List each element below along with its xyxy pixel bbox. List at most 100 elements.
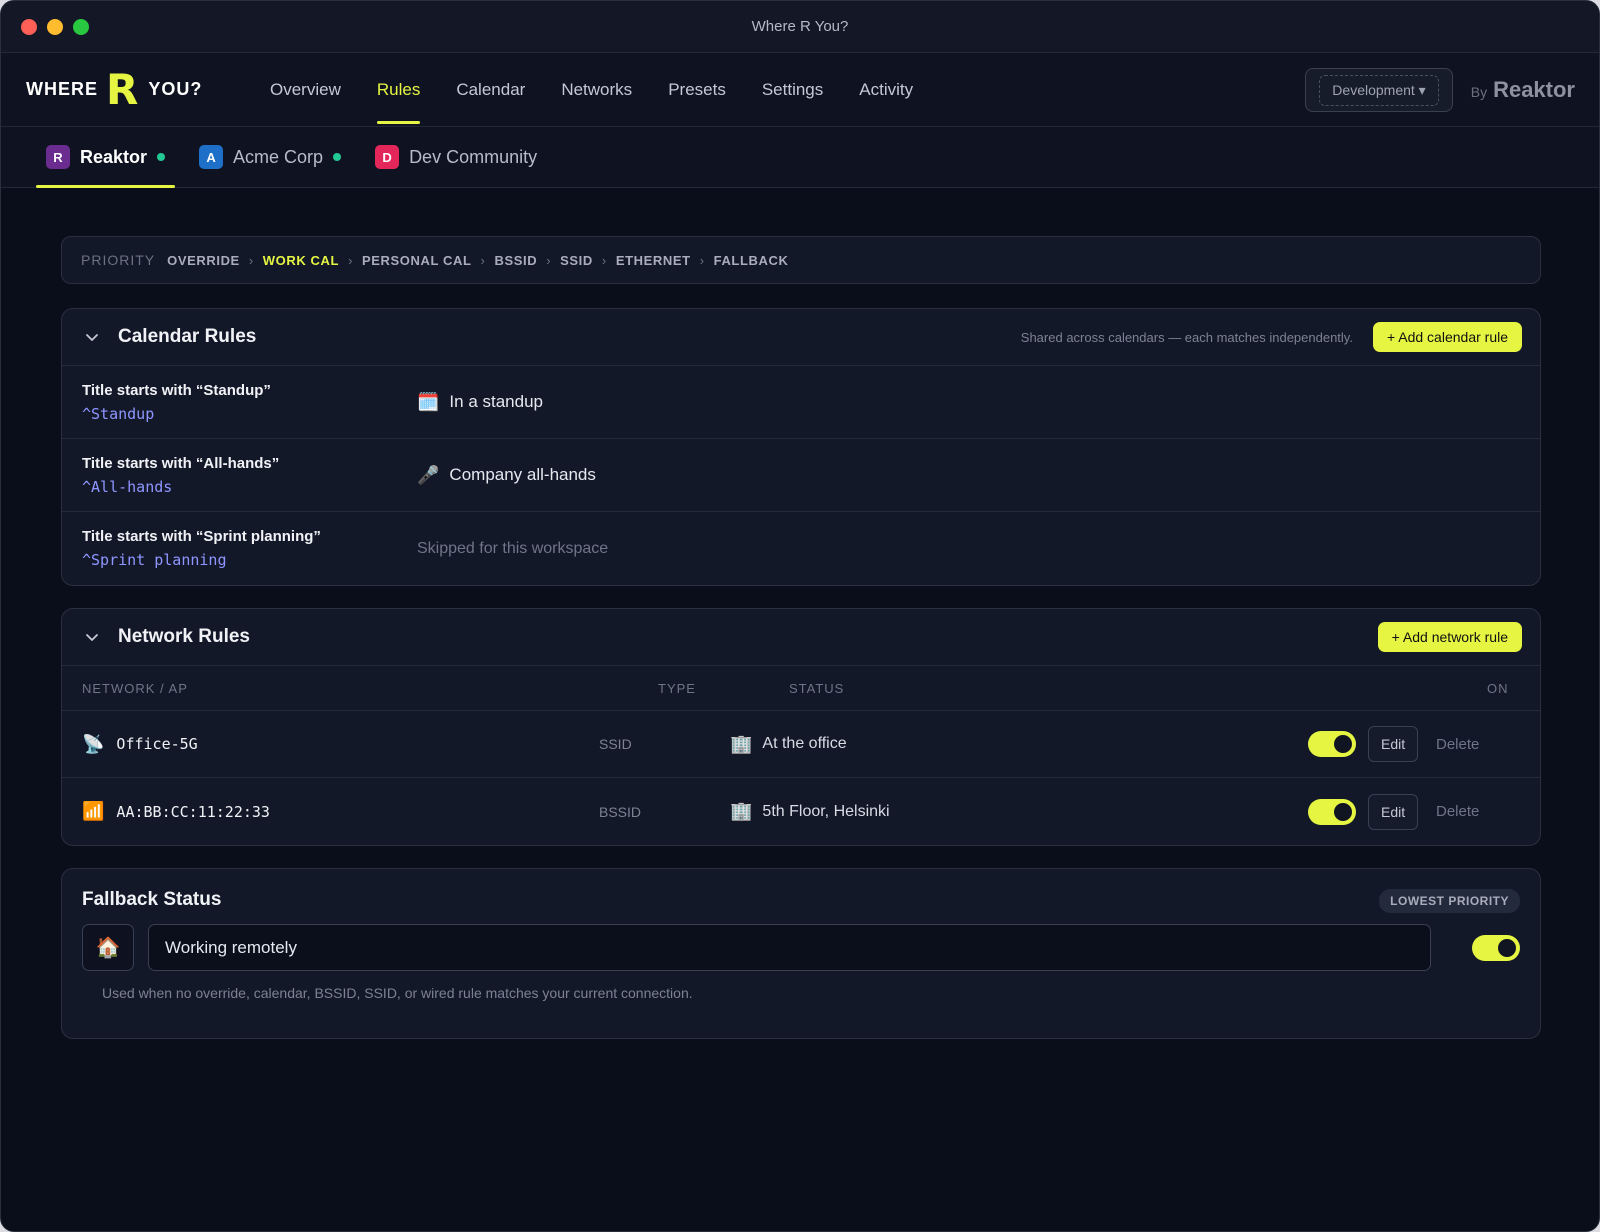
workspace-tab-acme-corp[interactable]: A Acme Corp [189, 127, 351, 187]
chevron-right-icon: › [480, 252, 486, 268]
title-bar: Where R You? [1, 1, 1599, 53]
column-status: STATUS [789, 680, 845, 696]
network-name: AA:BB:CC:11:22:33 [116, 802, 270, 821]
nav-overview[interactable]: Overview [252, 53, 359, 126]
workspace-name: Acme Corp [233, 146, 324, 167]
column-type: TYPE [658, 680, 696, 696]
priority-label: PRIORITY [81, 252, 156, 268]
calendar-rule-regex: ^Sprint planning [82, 551, 227, 569]
fallback-toggle[interactable] [1472, 935, 1520, 961]
workspace-tab-dev-community[interactable]: D Dev Community [365, 127, 547, 187]
nav-presets[interactable]: Presets [650, 53, 744, 126]
nav-settings[interactable]: Settings [744, 53, 841, 126]
chevron-down-icon[interactable] [84, 329, 100, 345]
workspace-name: Reaktor [80, 146, 148, 167]
chevron-down-icon[interactable] [84, 629, 100, 645]
priority-step: PERSONAL CAL [362, 252, 472, 268]
chevron-right-icon: › [546, 252, 552, 268]
environment-select[interactable]: Development ▾ [1305, 68, 1453, 112]
workspace-tab-reaktor[interactable]: R Reaktor [36, 127, 176, 188]
network-rule-toggle[interactable] [1308, 798, 1356, 825]
network-type: SSID [599, 736, 632, 752]
edit-button[interactable]: Edit [1368, 726, 1419, 762]
calendar-rule-status: Skipped for this workspace [417, 540, 608, 558]
office-building-icon: 🏢 [730, 801, 753, 822]
network-cell: 📡 Office-5G [82, 734, 198, 755]
network-cell: 📶 AA:BB:CC:11:22:33 [82, 801, 270, 822]
chevron-right-icon: › [601, 252, 607, 268]
priority-step: ETHERNET [615, 252, 691, 268]
logo-text-where: WHERE [26, 79, 98, 99]
top-navigation: WHERE R YOU? Overview Rules Calendar Networ… [1, 53, 1599, 127]
logo-text-you: YOU? [148, 79, 203, 99]
priority-step: BSSID [494, 252, 538, 268]
nav-links: Overview Rules Calendar Networks Presets Sett… [252, 53, 931, 126]
calendar-rule-row[interactable]: Title starts with “All-hands” ^All-hands 🎤… [62, 439, 1540, 512]
workspace-avatar: A [199, 145, 224, 169]
add-calendar-rule-button[interactable]: + Add calendar rule [1372, 322, 1522, 352]
network-rules-list: 📡 Office-5G SSID 🏢 At the office Edit Delete 📶 A… [62, 711, 1540, 845]
nav-networks[interactable]: Networks [543, 53, 650, 126]
calendar-rule-row[interactable]: Title starts with “Standup” ^Standup 🗓️ In … [62, 366, 1540, 439]
nav-rules[interactable]: Rules [359, 53, 438, 126]
nav-calendar[interactable]: Calendar [438, 53, 543, 126]
nav-activity[interactable]: Activity [841, 53, 931, 126]
house-icon[interactable]: 🏠 [82, 924, 134, 971]
logo-mark: R [106, 64, 139, 114]
calendar-rule-status: 🎤 Company all-hands [417, 465, 596, 486]
calendar-rule-status-text: In a standup [449, 392, 543, 411]
main-content: PRIORITY OVERRIDE › WORK CAL › PERSONAL CAL ›… [61, 236, 1541, 1039]
fallback-status-input[interactable]: Working remotely [148, 924, 1431, 971]
delete-button[interactable]: Delete [1436, 803, 1479, 820]
priority-step: FALLBACK [713, 252, 789, 268]
workspace-avatar: D [375, 145, 400, 169]
close-window-button[interactable] [21, 19, 37, 35]
byline: By Reaktor [1471, 77, 1575, 103]
network-rules-header: Network Rules + Add network rule [62, 609, 1540, 666]
network-table-header: NETWORK / AP TYPE STATUS ON [62, 666, 1540, 711]
workspace-name: Dev Community [409, 146, 538, 167]
priority-step: WORK CAL [262, 252, 340, 268]
microphone-icon: 🎤 [417, 464, 440, 486]
network-rules-card: Network Rules + Add network rule NETWORK… [61, 608, 1541, 846]
minimize-window-button[interactable] [47, 19, 63, 35]
calendar-icon: 🗓️ [417, 391, 440, 413]
network-rule-toggle[interactable] [1308, 731, 1356, 757]
add-network-rule-button[interactable]: + Add network rule [1377, 622, 1522, 652]
calendar-rule-row[interactable]: Title starts with “Sprint planning” ^Spri… [62, 512, 1540, 585]
network-status-text: 5th Floor, Helsinki [762, 802, 890, 820]
calendar-rule-match: Title starts with “All-hands” ^All-hands [82, 455, 417, 496]
network-rule-row[interactable]: 📡 Office-5G SSID 🏢 At the office Edit Delete [62, 711, 1540, 778]
calendar-rule-regex: ^All-hands [82, 477, 173, 496]
app-window: Where R You? WHERE R YOU? Overview Rules C… [0, 0, 1600, 1232]
calendar-rule-title: Title starts with “Standup” [82, 381, 271, 399]
calendar-rules-hint: Shared across calendars — each matches i… [1020, 329, 1353, 345]
maximize-window-button[interactable] [73, 19, 89, 35]
calendar-rules-card: Calendar Rules Shared across calendars —… [61, 308, 1541, 586]
edit-button[interactable]: Edit [1368, 793, 1419, 830]
online-status-dot [333, 153, 342, 161]
calendar-rule-status: 🗓️ In a standup [417, 392, 543, 413]
network-status-text: At the office [762, 735, 847, 752]
calendar-rule-status-text: Skipped for this workspace [417, 539, 609, 557]
lowest-priority-badge: LOWEST PRIORITY [1379, 889, 1520, 913]
column-on: ON [1487, 680, 1509, 696]
calendar-rules-title: Calendar Rules [118, 326, 257, 347]
app-logo[interactable]: WHERE R YOU? [26, 64, 246, 114]
calendar-rule-regex: ^Standup [82, 404, 155, 423]
workspace-avatar: R [46, 145, 70, 169]
priority-step: OVERRIDE [167, 252, 240, 268]
chevron-right-icon: › [699, 252, 705, 268]
calendar-rule-title: Title starts with “All-hands” [82, 454, 280, 472]
signal-bars-icon: 📶 [82, 801, 105, 822]
byline-brand: Reaktor [1493, 77, 1575, 102]
priority-step: SSID [560, 252, 593, 268]
calendar-rule-status-text: Company all-hands [449, 465, 596, 484]
delete-button[interactable]: Delete [1436, 736, 1479, 753]
network-status-cell: 🏢 5th Floor, Helsinki [730, 801, 890, 822]
environment-select-label: Development ▾ [1319, 74, 1439, 106]
network-rule-row[interactable]: 📶 AA:BB:CC:11:22:33 BSSID 🏢 5th Floor, Helsi… [62, 778, 1540, 845]
calendar-rule-match: Title starts with “Standup” ^Standup [82, 382, 417, 423]
calendar-rules-header: Calendar Rules Shared across calendars —… [62, 309, 1540, 366]
window-title: Where R You? [751, 18, 849, 35]
